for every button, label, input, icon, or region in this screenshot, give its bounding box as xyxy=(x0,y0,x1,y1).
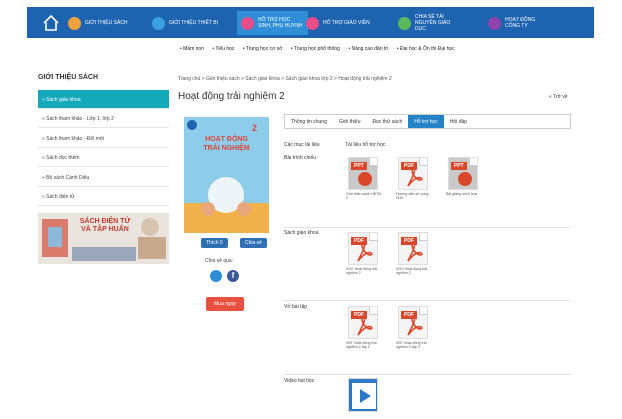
nav-item[interactable]: HOẠT ĐỘNG CÔNG TY xyxy=(488,11,551,35)
pdf-file[interactable]: PDF SGK Hoạt động trải nghiệm 2 xyxy=(346,232,380,275)
sidebar-item[interactable]: » Sách tham khảo - Lớp 1, lớp 2 xyxy=(38,109,169,128)
subnav-item[interactable]: • Nâng cao dân trí xyxy=(348,46,388,52)
file-caption: Giới thiệu sách HĐTN 2 xyxy=(346,192,382,200)
nav-item-label: CHIA SẺ TÀI NGUYÊN GIÁO DỤC xyxy=(415,14,451,32)
nav-item-label: GIỚI THIỆU SÁCH xyxy=(85,20,128,26)
file-caption: VBT Hoạt động trải nghiệm 2 tập 1 xyxy=(346,341,377,349)
facebook-icon[interactable]: f xyxy=(227,270,239,282)
student-icon xyxy=(241,16,254,30)
section-label: Bài trình chiếu xyxy=(284,155,316,161)
back-link[interactable]: « Trở về xyxy=(549,94,568,100)
subnav-item[interactable]: • Tiểu học xyxy=(212,46,234,52)
sidebar-item[interactable]: » Sách điện tử xyxy=(38,187,169,206)
tab-introduction[interactable]: Giới thiệu xyxy=(333,115,367,128)
like-button[interactable]: Thích 0 xyxy=(201,238,228,248)
nav-item[interactable]: GIỚI THIỆU SÁCH xyxy=(68,11,128,35)
ppt-icon: PPT xyxy=(448,157,478,190)
email-icon[interactable] xyxy=(210,270,222,282)
tab-learning-support[interactable]: Hỗ trợ học xyxy=(408,115,444,128)
pdf-icon: PDF xyxy=(348,232,378,265)
pdf-file[interactable]: PDF Hướng dẫn sử dụng SGK xyxy=(396,157,430,200)
ppt-icon: PPT xyxy=(348,157,378,190)
file-caption: VBT Hoạt động trải nghiệm 2 tập 2 xyxy=(396,341,427,349)
pdf-file[interactable]: PDF SGV Hoạt động trải nghiệm 2 xyxy=(396,232,430,275)
video-icon xyxy=(348,378,378,412)
sidebar-item[interactable]: » Sách tham khảo - Đổi mới xyxy=(38,129,169,148)
ppt-file[interactable]: PPT Giới thiệu sách HĐTN 2 xyxy=(346,157,381,200)
section-label: Vở bài tập xyxy=(284,304,308,310)
section-label: Video bài học xyxy=(284,378,315,384)
pdf-icon: PDF xyxy=(348,306,378,339)
breadcrumb: Trang chủ > Giới thiệu sách > Sách giáo … xyxy=(178,76,392,82)
column-header-materials: Tài liệu hỗ trợ học xyxy=(345,142,386,148)
book-tabs: Thông tin chung Giới thiệu Đọc thử sách … xyxy=(284,114,571,129)
sidebar-item[interactable]: » Bộ sách Cánh Diều xyxy=(38,168,169,187)
pdf-file[interactable]: PDF VBT Hoạt động trải nghiệm 2 tập 2 xyxy=(396,306,430,349)
sidebar-item[interactable]: » Sách giáo khoa xyxy=(38,90,169,109)
book-icon xyxy=(68,16,81,30)
divider xyxy=(284,374,571,375)
share-icon xyxy=(398,16,411,30)
banner-text: SÁCH ĐIỆN TỬ VÀ TẬP HUẤN xyxy=(79,218,131,233)
page-title: Hoạt động trải nghiệm 2 xyxy=(178,91,285,102)
home-icon[interactable] xyxy=(40,12,62,34)
file-caption: SGV Hoạt động trải nghiệm 2 xyxy=(396,267,428,275)
tab-read-sample[interactable]: Đọc thử sách xyxy=(366,115,408,128)
share-via-label: Chia sẻ qua: xyxy=(205,258,234,264)
pdf-icon: PDF xyxy=(398,157,428,190)
nav-item-label: GIỚI THIỆU THIẾT BỊ xyxy=(169,20,219,26)
file-caption: Bài giảng minh họa xyxy=(446,192,477,196)
tab-general-info[interactable]: Thông tin chung xyxy=(285,115,333,128)
grade-level-nav: • Mầm non • Tiểu học • Trung học cơ sở •… xyxy=(180,46,462,56)
subnav-item[interactable]: • Trung học phổ thông xyxy=(291,46,340,52)
sidebar-item[interactable]: » Sách đọc thêm xyxy=(38,148,169,167)
sidebar-title: GIỚI THIỆU SÁCH xyxy=(38,74,99,81)
book-title-line1: HOẠT ĐỘNG xyxy=(205,136,248,143)
subnav-item[interactable]: • Trung học cơ sở xyxy=(243,46,283,52)
buy-now-button[interactable]: Mua ngay xyxy=(206,297,244,311)
teacher-icon xyxy=(306,16,319,30)
nav-item-label: HOẠT ĐỘNG CÔNG TY xyxy=(505,17,536,29)
nav-item[interactable]: CHIA SẺ TÀI NGUYÊN GIÁO DỤC xyxy=(398,11,461,35)
divider xyxy=(284,227,571,228)
tab-faq[interactable]: Hỏi đáp xyxy=(444,115,473,128)
share-button[interactable]: Chia sẻ xyxy=(240,238,267,248)
nav-item-label: HỖ TRỢ GIÁO VIÊN xyxy=(323,20,370,26)
ppt-file[interactable]: PPT Bài giảng minh họa xyxy=(446,157,480,196)
section-label: Sách giáo khoa xyxy=(284,230,319,236)
book-title-line2: TRẢI NGHIỆM xyxy=(203,145,250,152)
subnav-item[interactable]: • Đại học & Ôn thi Đại học xyxy=(397,46,455,52)
book-grade-number: 2 xyxy=(252,123,258,133)
file-caption: Hướng dẫn sử dụng SGK xyxy=(396,192,429,200)
book-cover[interactable]: HOẠT ĐỘNG TRẢI NGHIỆM 2 xyxy=(184,117,269,233)
divider xyxy=(284,300,571,301)
nav-item[interactable]: GIỚI THIỆU THIẾT BỊ xyxy=(152,11,218,35)
pdf-icon: PDF xyxy=(398,232,428,265)
device-icon xyxy=(152,16,165,30)
pdf-icon: PDF xyxy=(398,306,428,339)
nav-item-label: HỖ TRỢ HỌC SINH, PHỤ HUYNH xyxy=(258,17,303,29)
nav-item[interactable]: HỖ TRỢ HỌC SINH, PHỤ HUYNH xyxy=(237,11,308,35)
ebook-banner[interactable]: SÁCH ĐIỆN TỬ VÀ TẬP HUẤN xyxy=(38,213,169,264)
video-file[interactable] xyxy=(346,378,380,412)
company-icon xyxy=(488,16,501,30)
nav-item[interactable]: HỖ TRỢ GIÁO VIÊN xyxy=(306,11,370,35)
pdf-file[interactable]: PDF VBT Hoạt động trải nghiệm 2 tập 1 xyxy=(346,306,380,349)
subnav-item[interactable]: • Mầm non xyxy=(180,46,204,52)
column-header-categories: Các mục tài liệu xyxy=(284,142,320,148)
file-caption: SGK Hoạt động trải nghiệm 2 xyxy=(346,267,378,275)
